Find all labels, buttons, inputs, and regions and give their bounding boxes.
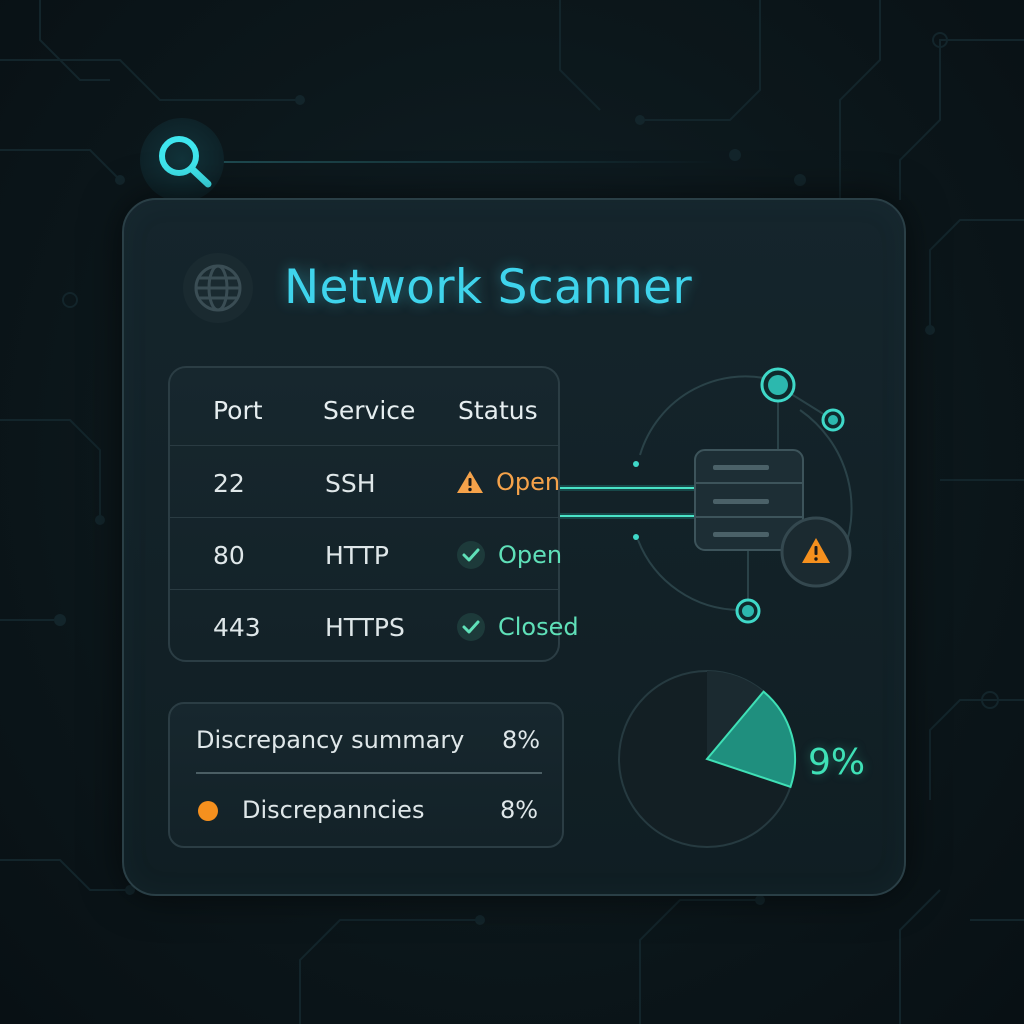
- row-divider: [170, 517, 558, 518]
- globe-icon: [183, 253, 253, 323]
- table-cell-port: 22: [213, 469, 245, 498]
- search-connector-line: [222, 161, 722, 163]
- column-header-port: Port: [213, 396, 263, 425]
- status-badge: Open: [456, 468, 560, 496]
- discrepancy-pie-chart: [618, 670, 796, 848]
- ports-table: Port Service Status 22 SSH Open 80 HTTP …: [168, 366, 579, 662]
- search-button[interactable]: [140, 118, 224, 202]
- table-cell-port: 80: [213, 541, 245, 570]
- discrepancy-summary-card: Discrepancy summary 8% Discrepanncies 8%: [168, 702, 564, 848]
- page-title: Network Scanner: [284, 260, 692, 315]
- pie-percentage: 9%: [808, 742, 866, 783]
- connection-lines: [560, 485, 695, 519]
- discrepancies-label: Discrepanncies: [242, 796, 425, 824]
- warning-icon: [457, 471, 483, 493]
- table-cell-service: HTTP: [325, 541, 389, 570]
- status-text: Open: [498, 541, 563, 569]
- row-divider: [170, 445, 558, 446]
- table-cell-service: SSH: [325, 469, 376, 498]
- check-icon: [457, 613, 485, 641]
- status-text: Open: [496, 468, 561, 496]
- summary-value: 8%: [502, 726, 541, 754]
- table-cell-port: 443: [213, 613, 261, 642]
- check-icon: [457, 541, 485, 569]
- status-badge: Open: [456, 540, 562, 570]
- summary-label: Discrepancy summary: [196, 726, 465, 754]
- warning-icon: [780, 516, 852, 588]
- table-cell-service: HTTPS: [325, 613, 405, 642]
- search-icon: [159, 136, 212, 188]
- network-diagram: [560, 367, 853, 624]
- legend-dot: [198, 801, 218, 821]
- summary-divider: [196, 772, 542, 774]
- row-divider: [170, 589, 558, 590]
- discrepancies-value: 8%: [500, 796, 539, 824]
- app-window: Network Scanner Port Service Status 22 S…: [0, 0, 1024, 1024]
- column-header-service: Service: [323, 396, 416, 425]
- column-header-status: Status: [458, 396, 538, 425]
